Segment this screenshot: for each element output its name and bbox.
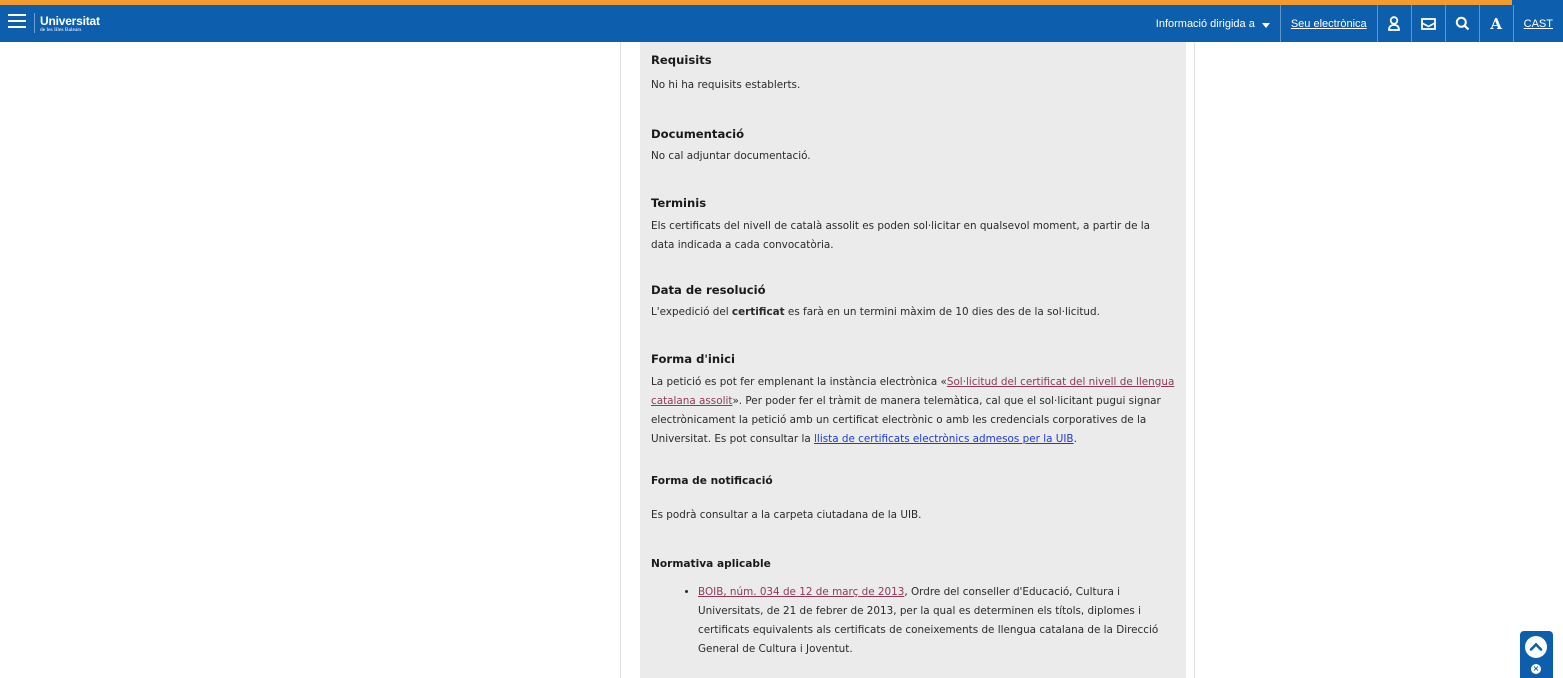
text-fragment: es farà en un termini màxim de 10 dies d…	[784, 306, 1100, 318]
mail-button[interactable]	[1410, 5, 1445, 42]
section-data-resolucio: Data de resolució L'expedició del certif…	[651, 282, 1175, 322]
text-fragment: La petició es pot fer emplenant la instà…	[651, 376, 947, 388]
info-dropdown[interactable]: Informació dirigida a	[1146, 5, 1280, 42]
user-button[interactable]	[1376, 5, 1411, 42]
normativa-list: BOIB, núm. 034 de 12 de març de 2013, Or…	[651, 583, 1175, 659]
menu-icon[interactable]	[8, 14, 26, 30]
column-border-left	[620, 42, 621, 678]
font-size-icon: A	[1490, 14, 1502, 33]
section-heading: Forma d'inici	[651, 352, 735, 366]
section-normativa: Normativa aplicable BOIB, núm. 034 de 12…	[651, 556, 1175, 659]
info-dropdown-label: Informació dirigida a	[1155, 17, 1255, 30]
section-heading: Forma de notificació	[651, 475, 773, 487]
logo-title: Universitat	[40, 14, 100, 28]
text-fragment: .	[1073, 433, 1077, 445]
section-text: No cal adjuntar documentació.	[651, 150, 811, 162]
seu-electronica-link[interactable]: Seu electrònica	[1279, 5, 1377, 42]
font-size-button[interactable]: A	[1478, 5, 1513, 42]
logo-divider	[34, 13, 35, 33]
section-text: L'expedició del certificat es farà en un…	[651, 303, 1175, 322]
section-heading: Terminis	[651, 196, 707, 210]
column-border-right	[1194, 42, 1195, 678]
section-terminis: Terminis Els certificats del nivell de c…	[651, 195, 1175, 255]
section-heading: Requisits	[651, 53, 712, 67]
section-text: No hi ha requisits establerts.	[651, 79, 801, 91]
search-icon	[1455, 16, 1469, 31]
list-item: BOIB, núm. 034 de 12 de març de 2013, Or…	[698, 583, 1175, 659]
procedure-content-panel: Requisits No hi ha requisits establerts.…	[640, 42, 1186, 678]
header-actions: Informació dirigida a Seu electrònica A …	[1146, 5, 1563, 42]
logo-subtitle: de les Illes Balears	[40, 27, 82, 33]
caret-down-icon	[1261, 23, 1270, 28]
section-documentacio: Documentació No cal adjuntar documentaci…	[651, 126, 1175, 166]
certificates-list-link[interactable]: llista de certificats electrònics admeso…	[814, 433, 1074, 445]
top-navigation-bar: Universitat de les Illes Balears Informa…	[0, 0, 1563, 42]
section-forma-inici: Forma d'inici La petició es pot fer empl…	[651, 351, 1175, 449]
scroll-to-top-widget[interactable]: ×	[1520, 631, 1553, 678]
section-heading: Data de resolució	[651, 283, 766, 297]
close-icon[interactable]: ×	[1531, 664, 1541, 674]
text-fragment: L'expedició del	[651, 306, 732, 318]
language-link[interactable]: CAST	[1512, 5, 1563, 42]
bold-term: certificat	[731, 306, 785, 318]
section-forma-notificacio: Forma de notificació Es podrà consultar …	[651, 473, 1175, 525]
mail-icon	[1420, 17, 1436, 30]
chevron-up-icon[interactable]	[1525, 636, 1547, 658]
search-button[interactable]	[1444, 5, 1479, 42]
section-text: La petició es pot fer emplenant la instà…	[651, 373, 1175, 449]
section-heading: Documentació	[651, 127, 745, 141]
user-icon	[1388, 16, 1401, 31]
section-text: Els certificats del nivell de català ass…	[651, 220, 1151, 251]
boib-link[interactable]: BOIB, núm. 034 de 12 de març de 2013	[698, 586, 904, 598]
university-logo[interactable]: Universitat de les Illes Balears	[40, 15, 100, 34]
section-requisits: Requisits No hi ha requisits establerts.	[651, 52, 1175, 95]
section-heading: Normativa aplicable	[651, 558, 771, 570]
section-text: Es podrà consultar a la carpeta ciutadan…	[651, 509, 922, 521]
